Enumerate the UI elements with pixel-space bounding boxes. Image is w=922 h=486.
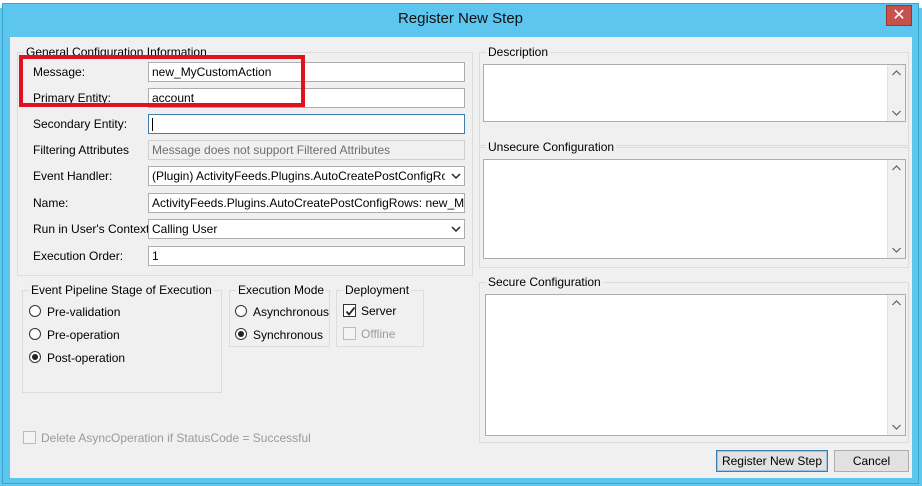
unsecure-config-scrollbar[interactable] [887,160,905,258]
scroll-up-icon[interactable] [888,295,905,312]
pre-operation-label[interactable]: Pre-operation [47,328,120,342]
cancel-button[interactable]: Cancel [834,450,909,472]
event-handler-dropdown[interactable]: (Plugin) ActivityFeeds.Plugins.AutoCreat… [148,166,465,186]
text-caret [152,118,153,132]
post-operation-label[interactable]: Post-operation [47,351,125,365]
synchronous-radio[interactable] [235,328,247,340]
pre-validation-label[interactable]: Pre-validation [47,305,120,319]
server-checkbox[interactable] [343,304,356,317]
scroll-down-icon[interactable] [888,104,905,121]
event-handler-label: Event Handler: [33,169,113,183]
offline-label: Offline [361,327,396,341]
dropdown-arrow-icon [451,226,461,233]
run-context-label: Run in User's Context: [33,222,153,236]
checkmark-icon [345,306,356,316]
pipeline-stage-legend: Event Pipeline Stage of Execution [29,283,214,297]
scroll-down-icon[interactable] [888,241,905,258]
dropdown-arrow-icon [451,173,461,180]
filtering-attributes-label: Filtering Attributes [33,143,130,157]
register-step-dialog: Register New Step ✕ General Configuratio… [2,3,919,484]
delete-async-checkbox [23,431,36,444]
register-new-step-button[interactable]: Register New Step [716,450,828,472]
asynchronous-label[interactable]: Asynchronous [253,305,329,319]
scroll-up-icon[interactable] [888,160,905,177]
filtering-attributes-field: Message does not support Filtered Attrib… [148,140,465,160]
description-textarea[interactable] [483,64,906,122]
execution-mode-legend: Execution Mode [236,283,327,297]
secure-config-scrollbar[interactable] [887,295,905,435]
secure-config-textarea[interactable] [485,294,906,436]
scroll-up-icon[interactable] [888,65,905,82]
deployment-legend: Deployment [343,283,412,297]
scroll-down-icon[interactable] [888,418,905,435]
offline-checkbox [343,327,356,340]
dialog-title: Register New Step [397,10,524,27]
secondary-entity-field[interactable] [148,114,465,134]
secure-config-legend: Secure Configuration [486,275,603,289]
execution-order-field[interactable]: 1 [148,246,465,266]
post-operation-radio[interactable] [29,351,41,363]
server-label[interactable]: Server [361,304,396,318]
synchronous-label[interactable]: Synchronous [253,328,323,342]
run-context-value: Calling User [152,222,218,236]
secondary-entity-label: Secondary Entity: [33,117,128,131]
unsecure-config-legend: Unsecure Configuration [486,140,617,154]
title-bar[interactable]: Register New Step ✕ [3,4,918,37]
name-label: Name: [33,196,69,210]
pre-operation-radio[interactable] [29,328,41,340]
unsecure-config-textarea[interactable] [483,159,906,259]
asynchronous-radio[interactable] [235,305,247,317]
close-icon: ✕ [892,7,906,24]
highlight-annotation-box [19,55,305,107]
dialog-body: General Configuration Information Messag… [10,37,912,478]
delete-async-label: Delete AsyncOperation if StatusCode = Su… [41,431,311,445]
description-legend: Description [486,45,551,59]
description-scrollbar[interactable] [887,65,905,121]
run-context-dropdown[interactable]: Calling User [148,219,465,239]
event-handler-value: (Plugin) ActivityFeeds.Plugins.AutoCreat… [152,169,445,183]
pre-validation-radio[interactable] [29,305,41,317]
close-button[interactable]: ✕ [886,5,912,26]
name-field[interactable]: ActivityFeeds.Plugins.AutoCreatePostConf… [148,193,465,213]
execution-order-label: Execution Order: [33,249,124,263]
